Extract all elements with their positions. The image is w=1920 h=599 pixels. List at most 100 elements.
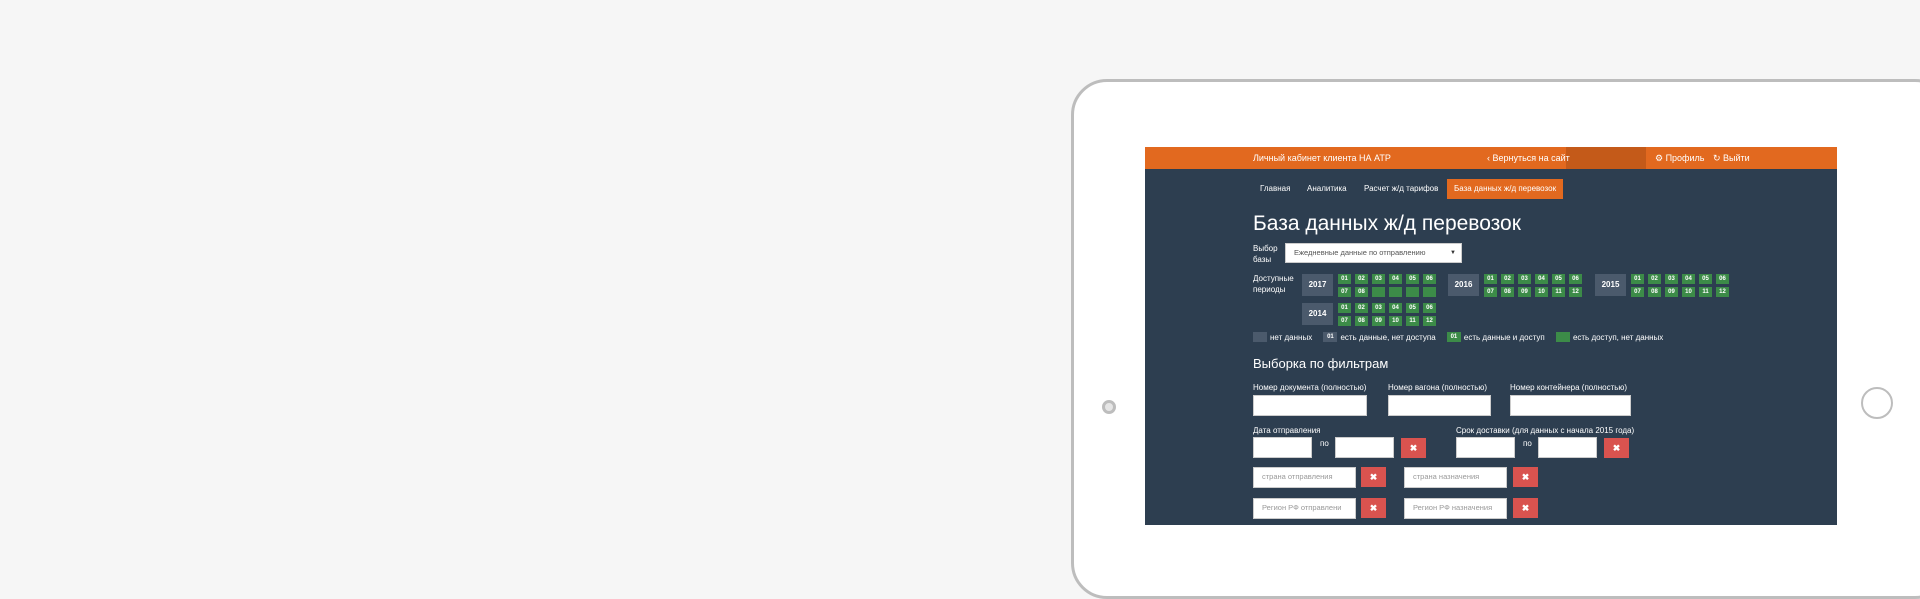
month-cell[interactable]: 03 [1518,274,1531,284]
month-cell[interactable]: 11 [1406,316,1419,326]
periods-label: Доступные периоды [1253,274,1294,294]
delivery-term-from[interactable] [1456,437,1515,458]
top-bar: Личный кабинет клиента НА АТР ‹ Вернутьс… [1145,147,1837,169]
month-cell[interactable]: 09 [1518,287,1531,297]
month-cell[interactable]: 06 [1423,303,1436,313]
month-cell[interactable] [1389,287,1402,297]
month-cell[interactable]: 10 [1389,316,1402,326]
months-2015: 01 02 03 04 05 06 07 08 09 10 11 12 [1631,274,1729,297]
month-cell[interactable]: 12 [1569,287,1582,297]
legend-swatch-no-data [1253,332,1267,342]
region-from-placeholder: Регион РФ отправлени [1262,503,1342,512]
months-2016: 01 02 03 04 05 06 07 08 09 10 11 12 [1484,274,1582,297]
app-screen: Личный кабинет клиента НА АТР ‹ Вернутьс… [1145,147,1837,525]
month-cell[interactable]: 03 [1372,303,1385,313]
clear-departure-date-button[interactable]: ✖ [1401,438,1426,458]
country-from-input[interactable]: страна отправления [1253,467,1356,488]
tab-analytics[interactable]: Аналитика [1300,179,1354,199]
month-cell[interactable]: 07 [1338,316,1351,326]
tab-tariff-calc[interactable]: Расчет ж/д тарифов [1357,179,1445,199]
tab-rail-database[interactable]: База данных ж/д перевозок [1447,179,1564,199]
month-cell[interactable]: 11 [1699,287,1712,297]
month-cell[interactable]: 07 [1631,287,1644,297]
country-to-placeholder: страна назначения [1413,472,1480,481]
legend-swatch-no-access: 01 [1323,332,1338,342]
month-cell[interactable]: 04 [1535,274,1548,284]
month-cell[interactable]: 06 [1716,274,1729,284]
departure-date-from[interactable] [1253,437,1312,458]
month-cell[interactable] [1372,287,1385,297]
clear-region-from-button[interactable]: ✖ [1361,498,1386,518]
top-bar-highlight [1566,147,1646,169]
app-title: Личный кабинет клиента НА АТР [1253,153,1391,163]
month-cell[interactable]: 07 [1338,287,1351,297]
wagon-number-label: Номер вагона (полностью) [1388,383,1488,392]
month-cell[interactable]: 02 [1648,274,1661,284]
month-cell[interactable]: 12 [1423,316,1436,326]
container-number-input[interactable] [1510,395,1631,416]
month-cell[interactable]: 01 [1484,274,1497,284]
year-2015[interactable]: 2015 [1595,274,1626,296]
logout-link[interactable]: ↻ Выйти [1713,147,1750,169]
country-to-input[interactable]: страна назначения [1404,467,1507,488]
legend-no-data: нет данных [1270,332,1313,342]
month-cell[interactable]: 04 [1389,274,1402,284]
month-cell[interactable]: 01 [1338,303,1351,313]
month-cell[interactable]: 08 [1355,287,1368,297]
legend-no-access: есть данные, нет доступа [1340,332,1436,342]
month-cell[interactable]: 09 [1372,316,1385,326]
back-link[interactable]: ‹ Вернуться на сайт [1487,147,1570,169]
month-cell[interactable]: 03 [1372,274,1385,284]
region-from-input[interactable]: Регион РФ отправлени [1253,498,1356,519]
month-cell[interactable]: 02 [1355,274,1368,284]
filters-title: Выборка по фильтрам [1253,356,1389,371]
month-cell[interactable]: 10 [1535,287,1548,297]
month-cell[interactable] [1406,287,1419,297]
region-to-input[interactable]: Регион РФ назначения [1404,498,1507,519]
profile-link-label: Профиль [1665,153,1705,163]
month-cell[interactable]: 07 [1484,287,1497,297]
month-cell[interactable]: 08 [1501,287,1514,297]
logout-icon: ↻ [1713,153,1724,163]
month-cell[interactable]: 04 [1682,274,1695,284]
month-cell[interactable]: 03 [1665,274,1678,284]
month-cell[interactable]: 05 [1406,274,1419,284]
month-cell[interactable]: 08 [1648,287,1661,297]
home-button [1861,387,1893,419]
month-cell[interactable] [1423,287,1436,297]
departure-date-to[interactable] [1335,437,1394,458]
base-select-value: Ежедневные данные по отправлению [1294,248,1426,257]
month-cell[interactable]: 06 [1569,274,1582,284]
year-2014[interactable]: 2014 [1302,303,1333,325]
month-cell[interactable]: 08 [1355,316,1368,326]
delivery-term-to[interactable] [1538,437,1597,458]
year-2017[interactable]: 2017 [1302,274,1333,296]
clear-region-to-button[interactable]: ✖ [1513,498,1538,518]
base-select-label: Выбор базы [1253,244,1278,264]
clear-country-to-button[interactable]: ✖ [1513,467,1538,487]
caret-down-icon: ▼ [1450,250,1456,256]
month-cell[interactable]: 04 [1389,303,1402,313]
year-2016[interactable]: 2016 [1448,274,1479,296]
month-cell[interactable]: 02 [1501,274,1514,284]
tab-home[interactable]: Главная [1253,179,1297,199]
gear-icon: ⚙ [1655,153,1666,163]
clear-country-from-button[interactable]: ✖ [1361,467,1386,487]
month-cell[interactable]: 05 [1552,274,1565,284]
month-cell[interactable]: 09 [1665,287,1678,297]
month-cell[interactable]: 05 [1699,274,1712,284]
profile-link[interactable]: ⚙ Профиль [1655,147,1704,169]
wagon-number-input[interactable] [1388,395,1491,416]
base-select[interactable]: Ежедневные данные по отправлению ▼ [1285,243,1462,263]
month-cell[interactable]: 05 [1406,303,1419,313]
month-cell[interactable]: 11 [1552,287,1565,297]
month-cell[interactable]: 01 [1338,274,1351,284]
month-cell[interactable]: 02 [1355,303,1368,313]
month-cell[interactable]: 01 [1631,274,1644,284]
departure-date-label: Дата отправления [1253,426,1321,435]
clear-delivery-term-button[interactable]: ✖ [1604,438,1629,458]
month-cell[interactable]: 12 [1716,287,1729,297]
month-cell[interactable]: 10 [1682,287,1695,297]
doc-number-input[interactable] [1253,395,1367,416]
month-cell[interactable]: 06 [1423,274,1436,284]
